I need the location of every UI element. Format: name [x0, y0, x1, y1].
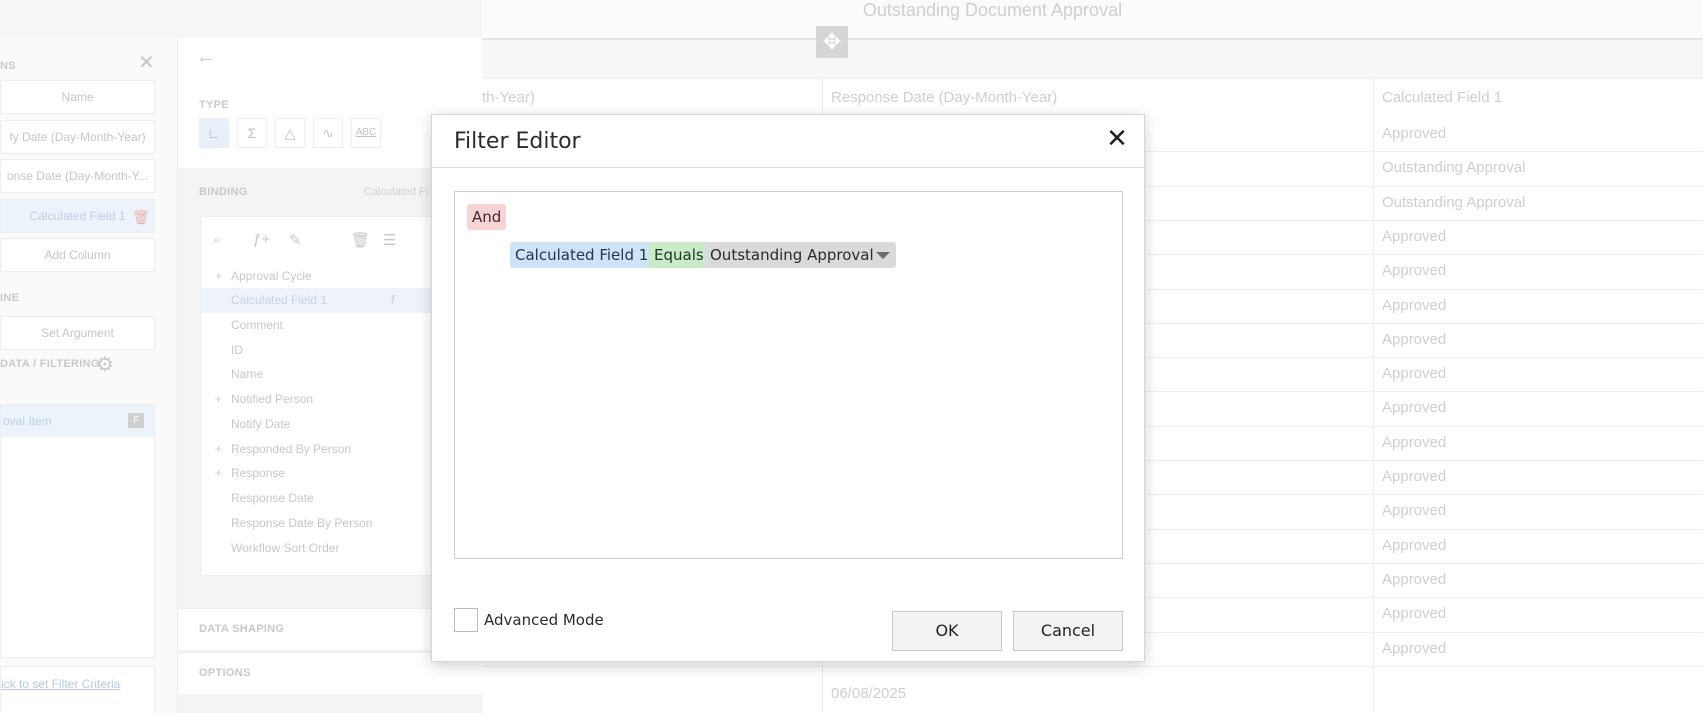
- grid-cell: Approved: [1382, 399, 1447, 417]
- condition-value-dropdown[interactable]: Outstanding Approval: [705, 242, 896, 268]
- filter-editor-dialog: Filter Editor ✕ And Calculated Field 1 E…: [431, 114, 1145, 662]
- grid-header[interactable]: Response Date (Day-Month-Year): [831, 79, 1057, 117]
- grid-cell: Approved: [1382, 502, 1447, 520]
- grid-cell: Approved: [1382, 125, 1447, 142]
- grid-cell: Approved: [1382, 639, 1447, 657]
- field-label: Response: [231, 466, 286, 480]
- filter-criteria-area: And Calculated Field 1 Equals Outstandin…: [454, 191, 1123, 559]
- binding-value: Calculated Fi: [364, 186, 429, 198]
- data-filtering-header: DATA / FILTERING: [0, 358, 100, 370]
- trash-icon[interactable]: 🗑: [132, 209, 150, 226]
- set-argument-button[interactable]: Set Argument: [0, 316, 155, 350]
- field-label: Notify Date: [231, 417, 291, 431]
- expand-icon[interactable]: +: [215, 387, 222, 412]
- set-filter-link[interactable]: ick to set Filter Criteria: [1, 677, 120, 691]
- column-item[interactable]: onse Date (Day-Month-Y...: [0, 159, 155, 193]
- data-shaping-header: DATA SHAPING: [199, 623, 285, 635]
- type-header: TYPE: [199, 99, 229, 111]
- gear-icon[interactable]: ⚙: [96, 352, 114, 377]
- condition-field-chip[interactable]: Calculated Field 1: [510, 242, 654, 268]
- chevron-down-icon: [876, 252, 890, 259]
- ok-button[interactable]: OK: [892, 611, 1002, 651]
- close-icon[interactable]: ✕: [1103, 124, 1131, 152]
- function-icon: f: [391, 293, 395, 307]
- grid-cell: Approved: [1382, 262, 1447, 280]
- expand-icon[interactable]: +: [215, 437, 222, 462]
- expand-icon[interactable]: +: [215, 264, 222, 289]
- grid-cell: Approved: [1382, 605, 1447, 623]
- filter-list-item[interactable]: oval Item F: [1, 405, 154, 437]
- filter-badge: F: [128, 413, 144, 428]
- column-divider: [1373, 79, 1374, 713]
- dialog-title: Filter Editor: [454, 129, 581, 154]
- field-label: Responded By Person: [231, 442, 352, 456]
- add-column-button[interactable]: Add Column: [0, 238, 155, 272]
- condition-operator-chip[interactable]: Equals: [649, 242, 709, 268]
- grid-cell: Approved: [1382, 536, 1447, 554]
- grid-cell: Approved: [1382, 468, 1447, 485]
- grid-cell: Approved: [1382, 570, 1447, 588]
- sigma-icon[interactable]: Σ: [237, 118, 267, 148]
- move-icon[interactable]: ✥: [816, 26, 848, 58]
- filter-item-label: oval Item: [3, 414, 52, 428]
- field-label: Workflow Sort Order: [231, 541, 340, 555]
- advanced-mode-checkbox[interactable]: [454, 608, 478, 632]
- trash-icon[interactable]: 🗑: [351, 231, 370, 249]
- field-label: Calculated Field 1: [231, 293, 328, 307]
- column-item[interactable]: Name: [0, 80, 155, 114]
- grid-cell: Approved: [1382, 365, 1447, 383]
- field-label: Name: [231, 367, 264, 381]
- field-label: Notified Person: [231, 392, 314, 406]
- close-icon[interactable]: ✕: [138, 50, 155, 75]
- search-icon[interactable]: ⌕: [213, 231, 221, 248]
- line-section-header: INE: [0, 292, 20, 304]
- grid-header[interactable]: Calculated Field 1: [1382, 79, 1502, 117]
- axis-icon[interactable]: ∟: [199, 118, 229, 148]
- expand-icon[interactable]: +: [215, 461, 222, 486]
- grid-cell: Outstanding Approval: [1382, 159, 1526, 177]
- dashboard-title: Outstanding Document Approval: [862, 0, 1123, 20]
- column-item[interactable]: fy Date (Day-Month-Year): [0, 120, 155, 154]
- grid-cell: Approved: [1382, 296, 1447, 314]
- cancel-button[interactable]: Cancel: [1013, 611, 1123, 651]
- field-label: ID: [231, 343, 243, 357]
- columns-panel: ✕ NS Name fy Date (Day-Month-Year) onse …: [0, 38, 178, 713]
- list-icon[interactable]: ☰: [383, 231, 396, 249]
- columns-section-header: NS: [0, 60, 16, 72]
- add-calculated-field-icon[interactable]: ƒ+: [253, 231, 270, 248]
- divider: [432, 167, 1144, 168]
- grid-header[interactable]: th-Year): [482, 79, 535, 117]
- field-label: Approval Cycle: [231, 269, 312, 283]
- triangle-icon[interactable]: △: [275, 118, 305, 148]
- grid-cell: Approved: [1382, 433, 1447, 451]
- dashboard-title-bar: Outstanding Document Approval: [482, 0, 1703, 40]
- filter-list: oval Item F: [0, 404, 155, 658]
- table-row-divider: [482, 665, 1703, 667]
- grid-cell: 06/08/2025: [831, 685, 907, 702]
- abc-icon[interactable]: ABC: [351, 118, 381, 148]
- group-operator-chip[interactable]: And: [467, 204, 507, 230]
- grid-cell: Approved: [1382, 227, 1447, 245]
- grid-cell: Approved: [1382, 330, 1447, 348]
- options-header: OPTIONS: [199, 667, 251, 679]
- condition-value-label: Outstanding Approval: [710, 246, 874, 264]
- filter-link-box: ick to set Filter Criteria: [0, 666, 155, 713]
- binding-header: BINDING: [199, 186, 248, 198]
- field-label: Response Date: [231, 491, 314, 505]
- field-label: Response Date By Person: [231, 516, 373, 530]
- advanced-mode-label: Advanced Mode: [484, 611, 604, 629]
- grid-cell: Outstanding Approval: [1382, 193, 1526, 211]
- trend-icon[interactable]: ∿: [313, 118, 343, 148]
- field-label: Comment: [231, 318, 284, 332]
- back-arrow-icon[interactable]: ←: [196, 46, 216, 69]
- edit-icon[interactable]: ✎: [289, 231, 302, 249]
